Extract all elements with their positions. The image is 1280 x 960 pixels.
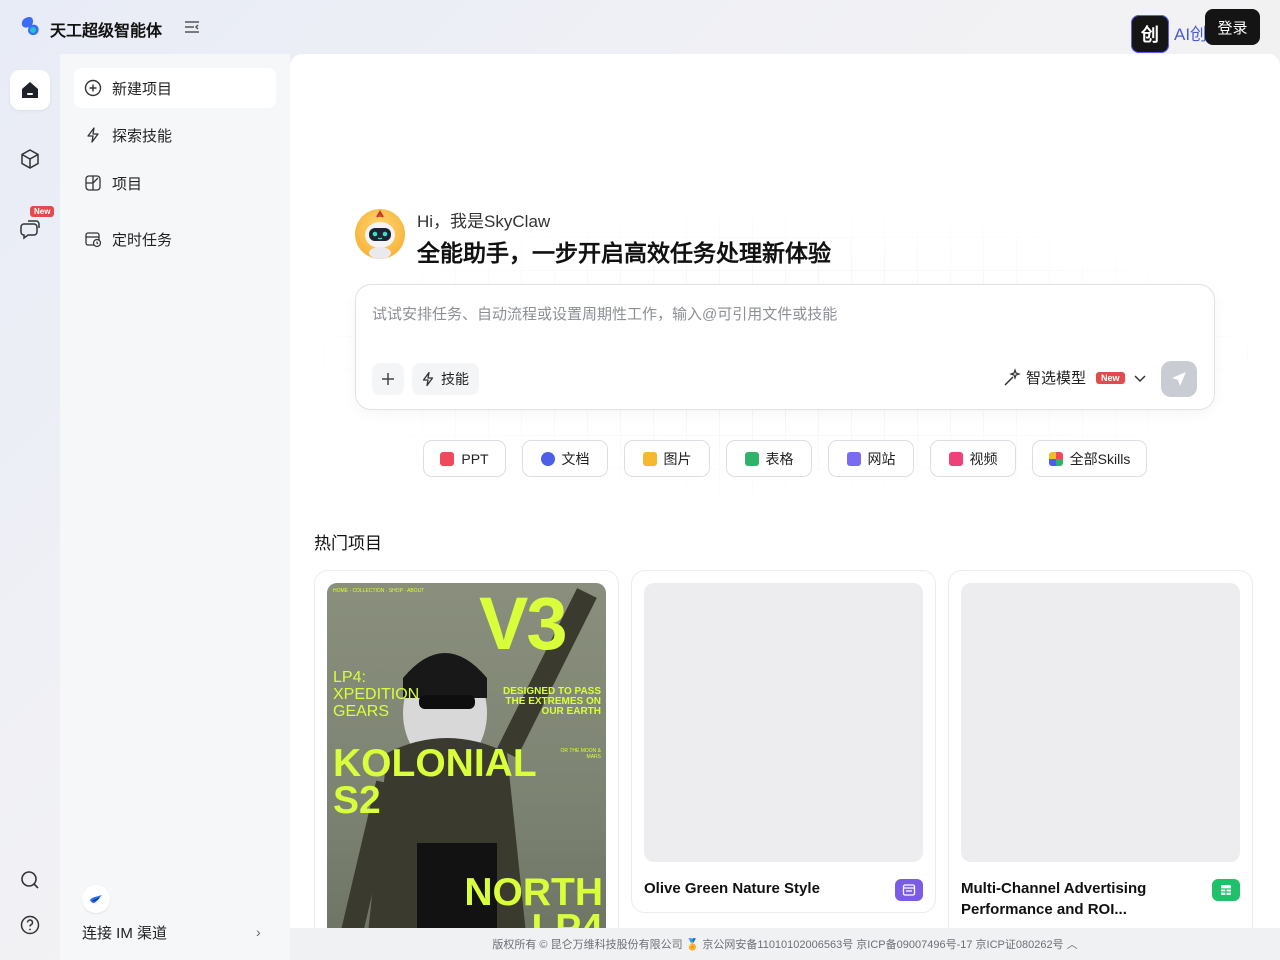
- poster-bottom: NORTH LP4: [464, 871, 603, 928]
- image-icon: [642, 451, 657, 466]
- search-icon: [21, 871, 39, 889]
- project-card-image: HOME · COLLECTION · SHOP · ABOUT V3 LP4:…: [327, 583, 606, 928]
- project-card-title: Multi-Channel Advertising Performance an…: [961, 880, 1147, 918]
- document-icon: [540, 451, 555, 466]
- main-panel: Hi，我是SkyClaw 全能助手，一步开启高效任务处理新体验 技能 智选模型 …: [290, 54, 1280, 928]
- model-selector[interactable]: 智选模型 New: [1002, 367, 1147, 388]
- app-title: 天工超级智能体: [50, 23, 163, 40]
- skill-button[interactable]: 技能: [412, 363, 479, 395]
- rail-help-button[interactable]: [10, 905, 50, 945]
- icon-rail: New: [0, 54, 60, 960]
- chip-label: 图片: [663, 450, 692, 467]
- lightning-icon: [87, 127, 99, 143]
- chip-label: 表格: [765, 450, 794, 467]
- ppt-icon: [440, 451, 455, 466]
- sidebar-item-label: 项目: [112, 175, 143, 193]
- top-bar: 天工超级智能体 创 AI创作导航 登录: [0, 0, 1280, 54]
- send-icon: [1172, 372, 1186, 386]
- rail-search-button[interactable]: [10, 860, 50, 900]
- poster-big: V3: [479, 583, 568, 665]
- chip-website[interactable]: 网站: [828, 440, 914, 477]
- project-card[interactable]: Olive Green Nature Style: [631, 570, 936, 913]
- sidebar: 新建项目 探索技能 项目 定时任务 连接 IM 渠道 ›: [60, 54, 290, 960]
- plus-circle-icon: [84, 79, 102, 97]
- video-icon: [948, 451, 963, 466]
- chip-document[interactable]: 文档: [522, 440, 608, 477]
- sidebar-item-explore-skills[interactable]: 探索技能: [74, 115, 276, 155]
- sidebar-item-label: 探索技能: [112, 127, 173, 145]
- project-card[interactable]: Multi-Channel Advertising Performance an…: [948, 570, 1253, 928]
- poster-lp: LP4: XPEDITION GEARS: [333, 669, 420, 720]
- login-button[interactable]: 登录: [1205, 9, 1260, 45]
- sidebar-item-label: 新建项目: [112, 80, 173, 98]
- plus-icon: [382, 373, 394, 385]
- sparkle-wand-icon: [1004, 367, 1021, 386]
- send-button[interactable]: [1161, 361, 1197, 397]
- connect-im-link[interactable]: 连接 IM 渠道: [82, 922, 167, 943]
- section-title: 热门项目: [314, 534, 382, 553]
- footer: 版权所有 © 昆仑万维科技股份有限公司 🏅 京公网安备1101010200656…: [290, 928, 1280, 960]
- chip-label: 视频: [969, 450, 998, 467]
- sheet-icon: [744, 451, 759, 466]
- sidebar-item-new-project[interactable]: 新建项目: [74, 68, 276, 108]
- chip-image[interactable]: 图片: [624, 440, 710, 477]
- project-card-image: [961, 583, 1240, 862]
- logo-icon: [21, 17, 39, 36]
- headline: 全能助手，一步开启高效任务处理新体验: [417, 240, 831, 266]
- attach-button[interactable]: [372, 363, 404, 395]
- composer: 技能 智选模型 New: [355, 284, 1215, 410]
- lightning-icon: [422, 371, 434, 387]
- chip-label: 全部Skills: [1069, 450, 1131, 467]
- project-card-title: Olive Green Nature Style: [644, 880, 820, 897]
- sidebar-item-label: 定时任务: [112, 231, 173, 249]
- project-card-image: [644, 583, 923, 862]
- help-icon: [20, 915, 40, 935]
- project-card[interactable]: HOME · COLLECTION · SHOP · ABOUT V3 LP4:…: [314, 570, 619, 928]
- rail-cube-button[interactable]: [10, 139, 50, 179]
- poster-nav: HOME · COLLECTION · SHOP · ABOUT: [333, 588, 425, 594]
- sidebar-item-projects[interactable]: 项目: [74, 163, 276, 203]
- skill-label: 技能: [441, 371, 469, 387]
- sidebar-item-scheduled-tasks[interactable]: 定时任务: [74, 219, 276, 259]
- chip-label: 文档: [561, 450, 590, 467]
- model-new-badge: New: [1096, 371, 1125, 384]
- promo-badge-icon[interactable]: 创: [1131, 15, 1169, 53]
- rail-home-button[interactable]: [10, 70, 50, 110]
- assistant-avatar: [355, 209, 405, 259]
- website-icon: [846, 451, 861, 466]
- collapse-sidebar-icon[interactable]: [182, 17, 202, 37]
- website-type-icon: [895, 879, 923, 901]
- new-badge: New: [30, 206, 55, 217]
- poster-tagline: DESIGNED TO PASS THE EXTREMES ON OUR EAR…: [503, 686, 601, 717]
- project-grid-icon: [85, 175, 101, 191]
- sheet-type-icon: [1212, 879, 1240, 901]
- chevron-down-icon: [1134, 374, 1146, 382]
- chip-label: 网站: [867, 450, 896, 467]
- task-input[interactable]: [372, 299, 1192, 329]
- chat-bubbles-icon: [20, 220, 40, 240]
- greeting-text: Hi，我是SkyClaw: [417, 212, 551, 231]
- chip-sheet[interactable]: 表格: [726, 440, 812, 477]
- skills-grid-icon: [1048, 451, 1063, 466]
- cube-icon: [21, 149, 39, 169]
- model-label: 智选模型: [1026, 370, 1087, 387]
- chip-label: PPT: [461, 450, 489, 467]
- im-channel-icon: [82, 885, 110, 913]
- chip-all-skills[interactable]: 全部Skills: [1032, 440, 1147, 477]
- chip-ppt[interactable]: PPT: [423, 440, 506, 477]
- poster-brand: KOLONIAL S2: [333, 742, 536, 822]
- home-icon: [22, 82, 38, 98]
- poster-small: OR THE MOON & MARS: [560, 748, 601, 760]
- chip-video[interactable]: 视频: [930, 440, 1016, 477]
- chevron-right-icon[interactable]: ›: [256, 924, 261, 940]
- calendar-clock-icon: [85, 232, 102, 248]
